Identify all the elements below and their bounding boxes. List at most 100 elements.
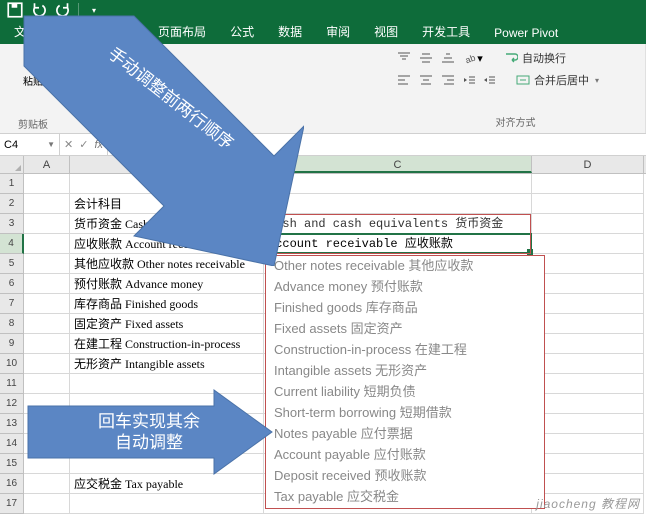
cell[interactable] — [24, 314, 70, 334]
merge-center-button[interactable]: 合并后居中 ▾ — [510, 70, 605, 90]
tab-data[interactable]: 数据 — [266, 19, 314, 44]
cell[interactable] — [70, 434, 264, 454]
cell[interactable] — [70, 374, 264, 394]
suggestion-item[interactable]: Other notes receivable 其他应收款 — [266, 256, 544, 277]
row-header[interactable]: 8 — [0, 314, 24, 334]
tab-file[interactable]: 文件 — [2, 19, 50, 44]
suggestion-item[interactable]: Intangible assets 无形资产 — [266, 361, 544, 382]
cell[interactable] — [24, 334, 70, 354]
name-box[interactable]: C4 ▼ — [0, 134, 60, 155]
suggestion-item[interactable]: Notes payable 应付票据 — [266, 424, 544, 445]
cell[interactable] — [532, 274, 644, 294]
tab-pagelayout[interactable]: 页面布局 — [146, 19, 218, 44]
cell[interactable] — [532, 194, 644, 214]
cell[interactable] — [70, 494, 264, 514]
cell[interactable] — [264, 174, 532, 194]
orientation-button[interactable]: ab▾ — [460, 49, 486, 67]
cell[interactable] — [24, 494, 70, 514]
cell[interactable] — [24, 354, 70, 374]
row-header[interactable]: 6 — [0, 274, 24, 294]
row-header[interactable]: 13 — [0, 414, 24, 434]
cell[interactable] — [532, 234, 644, 254]
row-header[interactable]: 16 — [0, 474, 24, 494]
cell[interactable]: 固定资产 Fixed assets — [70, 314, 264, 334]
cell[interactable] — [532, 314, 644, 334]
cell[interactable] — [24, 454, 70, 474]
cell[interactable] — [532, 394, 644, 414]
row-header[interactable]: 15 — [0, 454, 24, 474]
redo-icon[interactable] — [54, 2, 72, 18]
select-all-button[interactable] — [0, 156, 24, 173]
wrap-text-button[interactable]: 自动换行 — [498, 48, 572, 68]
cell[interactable] — [24, 294, 70, 314]
cell[interactable] — [532, 174, 644, 194]
cell[interactable] — [532, 474, 644, 494]
row-header[interactable]: 7 — [0, 294, 24, 314]
paste-button[interactable]: 粘贴 — [15, 48, 51, 88]
row-header[interactable]: 14 — [0, 434, 24, 454]
cell[interactable] — [532, 494, 644, 514]
cell[interactable] — [24, 394, 70, 414]
cell[interactable] — [70, 174, 264, 194]
tab-insert[interactable]: 插入 — [98, 19, 146, 44]
column-header-a[interactable]: A — [24, 156, 70, 173]
cell[interactable] — [532, 214, 644, 234]
enter-icon[interactable]: ✓ — [79, 138, 88, 151]
cell[interactable] — [264, 194, 532, 214]
cell[interactable] — [532, 414, 644, 434]
cell[interactable] — [532, 334, 644, 354]
column-header-b[interactable]: B — [70, 156, 264, 173]
row-header[interactable]: 1 — [0, 174, 24, 194]
column-header-d[interactable]: D — [532, 156, 644, 173]
align-middle-button[interactable] — [416, 49, 436, 67]
cell[interactable] — [24, 374, 70, 394]
cell[interactable]: 预付账款 Advance money — [70, 274, 264, 294]
cell[interactable]: 货币资金 Cash and cash equivalents — [70, 214, 264, 234]
suggestion-item[interactable]: Current liability 短期负债 — [266, 382, 544, 403]
suggestion-item[interactable]: Tax payable 应交税金 — [266, 487, 544, 508]
tab-formulas[interactable]: 公式 — [218, 19, 266, 44]
cell[interactable] — [532, 254, 644, 274]
cell[interactable] — [24, 214, 70, 234]
cell[interactable]: 无形资产 Intangible assets — [70, 354, 264, 374]
row-header[interactable]: 4 — [0, 234, 24, 254]
flash-fill-suggestions[interactable]: Other notes receivable 其他应收款 Advance mon… — [265, 255, 545, 509]
cell[interactable] — [532, 454, 644, 474]
suggestion-item[interactable]: Account payable 应付账款 — [266, 445, 544, 466]
cell[interactable] — [24, 254, 70, 274]
row-header[interactable]: 10 — [0, 354, 24, 374]
row-header[interactable]: 5 — [0, 254, 24, 274]
cell[interactable] — [24, 414, 70, 434]
row-header[interactable]: 11 — [0, 374, 24, 394]
cell[interactable] — [24, 434, 70, 454]
suggestion-item[interactable]: Short-term borrowing 短期借款 — [266, 403, 544, 424]
tab-powerpivot[interactable]: Power Pivot — [482, 22, 570, 44]
cell[interactable] — [24, 474, 70, 494]
row-header[interactable]: 17 — [0, 494, 24, 514]
suggestion-item[interactable]: Deposit received 预收账款 — [266, 466, 544, 487]
cancel-icon[interactable]: ✕ — [64, 138, 73, 151]
row-header[interactable]: 12 — [0, 394, 24, 414]
cell-active[interactable]: Account receivable 应收账款 — [264, 234, 532, 254]
align-left-button[interactable] — [394, 71, 414, 89]
cell[interactable]: 会计科目 — [70, 194, 264, 214]
cell[interactable] — [24, 174, 70, 194]
suggestion-item[interactable]: Advance money 预付账款 — [266, 277, 544, 298]
row-header[interactable]: 2 — [0, 194, 24, 214]
fx-icon[interactable]: fx — [94, 139, 103, 151]
cell[interactable] — [24, 234, 70, 254]
align-bottom-button[interactable] — [438, 49, 458, 67]
cell[interactable]: Cash and cash equivalents 货币资金 — [264, 214, 532, 234]
decrease-indent-button[interactable] — [460, 72, 478, 88]
qat-customize-icon[interactable]: ▾ — [85, 2, 103, 18]
worksheet-grid[interactable]: A B C D 1 2会计科目 3货币资金 Cash and cash equi… — [0, 156, 646, 516]
formula-bar[interactable]: ount receivable 应收账款 — [108, 134, 646, 155]
tab-view[interactable]: 视图 — [362, 19, 410, 44]
cell[interactable]: 在建工程 Construction-in-process — [70, 334, 264, 354]
align-right-button[interactable] — [438, 71, 458, 89]
cell[interactable] — [532, 354, 644, 374]
row-header[interactable]: 3 — [0, 214, 24, 234]
cell[interactable] — [24, 274, 70, 294]
cell[interactable]: 应收账款 Account receivable — [70, 234, 264, 254]
align-top-button[interactable] — [394, 49, 414, 67]
